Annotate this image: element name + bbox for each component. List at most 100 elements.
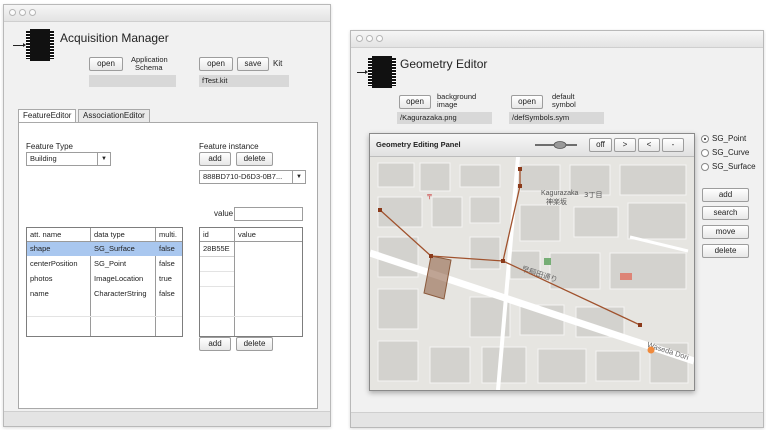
map-label-chome: 3丁目 (584, 191, 602, 199)
arrow-icon (13, 43, 26, 47)
cell-data-type: CharacterString (94, 289, 147, 298)
row-divider (200, 286, 234, 287)
symbol-path-field: /defSymbols.sym (509, 112, 604, 124)
schema-path-field (89, 75, 176, 87)
minus-button[interactable]: - (662, 138, 684, 152)
tab-feature-editor[interactable]: FeatureEditor (18, 109, 77, 122)
symbol-label-line2: symbol (552, 100, 576, 109)
chevron-down-icon: ▼ (97, 153, 110, 165)
cell-data-type: SG_Surface (94, 244, 135, 253)
background-label-line2: image (437, 100, 458, 109)
panel-title: Geometry Editing Panel (376, 140, 461, 149)
delete-geometry-button[interactable]: delete (702, 244, 749, 258)
radio-icon (701, 149, 709, 157)
status-bar (351, 412, 763, 427)
row-divider (27, 316, 182, 317)
minimize-window-button[interactable] (19, 9, 26, 16)
chevron-down-icon: ▼ (292, 171, 305, 183)
cell-att-name: centerPosition (30, 259, 78, 268)
title-bar (4, 5, 330, 22)
next-button[interactable]: > (614, 138, 636, 152)
schema-label-line2: Schema (135, 63, 163, 72)
table-row[interactable]: shape SG_Surface false (27, 242, 182, 256)
cell-data-type: ImageLocation (94, 274, 144, 283)
column-header-multi[interactable]: multi. (156, 228, 182, 241)
zoom-window-button[interactable] (376, 35, 383, 42)
row-divider (200, 271, 234, 272)
cell-multi: false (159, 259, 175, 268)
feature-type-label: Feature Type (26, 142, 73, 151)
row-divider (200, 256, 234, 257)
feature-instance-value: 888BD710-D6D3-0B7... (203, 172, 283, 181)
close-window-button[interactable] (9, 9, 16, 16)
delete-value-button[interactable]: delete (236, 337, 273, 351)
row-divider (200, 316, 302, 317)
feature-type-value: Building (30, 154, 57, 163)
column-header-att-name[interactable]: att. name (27, 228, 90, 241)
feature-instance-label: Feature instance (199, 142, 259, 151)
kit-path-field: fTest.kit (199, 75, 289, 87)
table-row[interactable]: photos ImageLocation true (27, 272, 182, 286)
value-input[interactable] (234, 207, 303, 221)
open-background-button[interactable]: open (399, 95, 431, 109)
column-header-id[interactable]: id (200, 228, 234, 241)
radio-sg-surface[interactable]: SG_Surface (701, 162, 761, 173)
background-path-field: /Kagurazaka.png (397, 112, 492, 124)
cell-data-type: SG_Point (94, 259, 127, 268)
radio-label: SG_Point (712, 134, 747, 143)
value-table: id value 28B55E (199, 227, 303, 337)
status-bar (4, 411, 330, 426)
app-title: Acquisition Manager (60, 31, 169, 45)
radio-label: SG_Surface (712, 162, 756, 171)
table-row[interactable]: name CharacterString false (27, 287, 182, 301)
column-header-data-type[interactable]: data type (91, 228, 155, 241)
cell-multi: false (159, 289, 175, 298)
cell-multi: true (159, 274, 172, 283)
app-title: Geometry Editor (400, 57, 488, 71)
search-geometry-button[interactable]: search (702, 206, 749, 220)
cell-att-name: shape (30, 244, 51, 253)
open-symbol-button[interactable]: open (511, 95, 543, 109)
cell-att-name: photos (30, 274, 53, 283)
radio-sg-point[interactable]: SG_Point (701, 134, 761, 145)
zoom-window-button[interactable] (29, 9, 36, 16)
add-instance-button[interactable]: add (199, 152, 231, 166)
move-geometry-button[interactable]: move (702, 225, 749, 239)
map-label-kagurazaka: Kagurazaka (541, 190, 578, 197)
radio-sg-curve[interactable]: SG_Curve (701, 148, 761, 159)
cell-att-name: name (30, 289, 49, 298)
map-label-kagurazaka-jp: 神楽坂 (546, 197, 567, 206)
minimize-window-button[interactable] (366, 35, 373, 42)
kit-label: Kit (273, 59, 283, 68)
prev-button[interactable]: < (638, 138, 660, 152)
off-button[interactable]: off (589, 138, 612, 152)
zoom-slider[interactable] (534, 140, 578, 150)
add-geometry-button[interactable]: add (702, 188, 749, 202)
chip-icon (368, 56, 396, 88)
table-row[interactable]: 28B55E (200, 242, 302, 256)
map-label-pin: 〒 (426, 193, 433, 201)
column-header-value[interactable]: value (235, 228, 302, 241)
attribute-table: att. name data type multi. shape SG_Surf… (26, 227, 183, 337)
open-schema-button[interactable]: open (89, 57, 123, 71)
feature-editor-panel: Feature Type Building ▼ Feature instance… (18, 122, 318, 409)
table-row[interactable]: centerPosition SG_Point false (27, 257, 182, 271)
arrow-icon (357, 70, 368, 74)
chip-icon (26, 29, 54, 61)
cell-id: 28B55E (203, 244, 230, 253)
map-canvas[interactable]: Kagurazaka 神楽坂 3丁目 早稲田通り Waseda Dori 〒 (370, 157, 694, 390)
close-window-button[interactable] (356, 35, 363, 42)
save-kit-button[interactable]: save (237, 57, 269, 71)
radio-icon (701, 163, 709, 171)
geometry-editing-panel[interactable]: Geometry Editing Panel off > < - Kaguraz… (369, 133, 695, 391)
feature-instance-select[interactable]: 888BD710-D6D3-0B7... ▼ (199, 170, 306, 184)
open-kit-button[interactable]: open (199, 57, 233, 71)
acquisition-manager-window: Acquisition Manager open Application Sch… (3, 4, 331, 427)
add-value-button[interactable]: add (199, 337, 231, 351)
tab-association-editor[interactable]: AssociationEditor (78, 109, 150, 122)
radio-selected-icon (701, 135, 709, 143)
geometry-editor-window: Geometry Editor open background image /K… (350, 30, 764, 428)
cell-multi: false (159, 244, 175, 253)
delete-instance-button[interactable]: delete (236, 152, 273, 166)
feature-type-select[interactable]: Building ▼ (26, 152, 111, 166)
